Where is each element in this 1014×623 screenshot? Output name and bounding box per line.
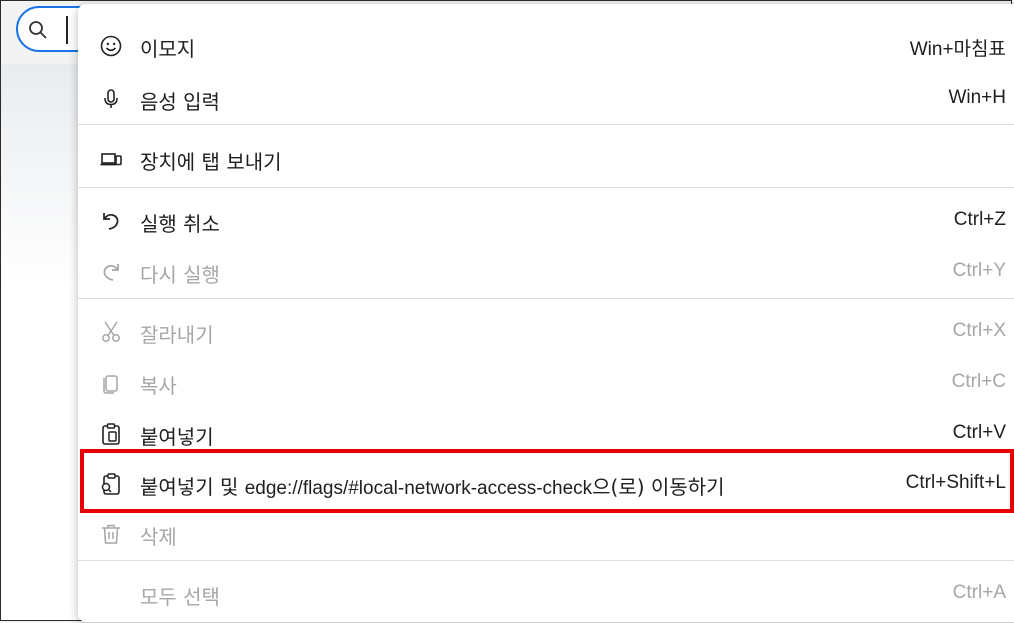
menu-item-label: 다시 실행 [140,263,220,287]
menu-item-shortcut: Ctrl+Z [953,209,1006,230]
menu-item-label: 장치에 탭 보내기 [140,150,282,174]
context-menu: 이모지 Win+마침표 음성 입력 Win+H 장치에 탭 보내기 실행 취소 … [78,4,1014,622]
redo-icon [98,259,124,285]
text-caret [66,16,68,44]
trash-icon [98,521,124,547]
microphone-icon [98,86,124,112]
menu-separator [78,560,1014,561]
menu-item-send-tab-to-devices[interactable]: 장치에 탭 보내기 [78,134,1014,184]
menu-item-label: 잘라내기 [140,323,214,347]
menu-item-emoji[interactable]: 이모지 Win+마침표 [78,21,1014,71]
menu-item-copy[interactable]: 복사 Ctrl+C [78,358,1014,408]
search-icon [28,20,48,44]
copy-icon [98,370,124,396]
undo-icon [98,208,124,234]
menu-item-delete[interactable]: 삭제 [78,509,1014,559]
highlight-annotation-box [80,449,1014,513]
menu-separator [78,298,1014,299]
cut-icon [98,319,124,345]
menu-item-label: 복사 [140,374,177,398]
paste-icon [98,421,124,447]
menu-item-shortcut: Ctrl+X [952,320,1006,341]
menu-item-select-all[interactable]: 모두 선택 Ctrl+A [78,569,1014,619]
menu-item-shortcut: Ctrl+C [951,371,1006,392]
menu-item-label: 삭제 [140,525,177,549]
menu-item-shortcut: Ctrl+V [952,422,1006,443]
send-to-device-icon [98,146,124,172]
menu-item-voice-typing[interactable]: 음성 입력 Win+H [78,74,1014,124]
menu-item-shortcut: Win+H [948,87,1006,108]
menu-item-shortcut: Ctrl+A [952,582,1006,603]
menu-separator [78,187,1014,188]
menu-item-label: 음성 입력 [140,90,220,114]
menu-item-label: 붙여넣기 [140,425,214,449]
menu-item-label: 모두 선택 [140,585,220,609]
menu-item-redo[interactable]: 다시 실행 Ctrl+Y [78,247,1014,297]
emoji-icon [98,33,124,59]
menu-item-label: 이모지 [140,37,196,61]
page-background [1,64,81,620]
menu-item-shortcut: Win+마침표 [909,39,1006,60]
menu-item-undo[interactable]: 실행 취소 Ctrl+Z [78,196,1014,246]
menu-item-shortcut: Ctrl+Y [952,260,1006,281]
menu-item-label: 실행 취소 [140,212,220,236]
menu-item-cut[interactable]: 잘라내기 Ctrl+X [78,307,1014,357]
menu-separator [78,124,1014,125]
